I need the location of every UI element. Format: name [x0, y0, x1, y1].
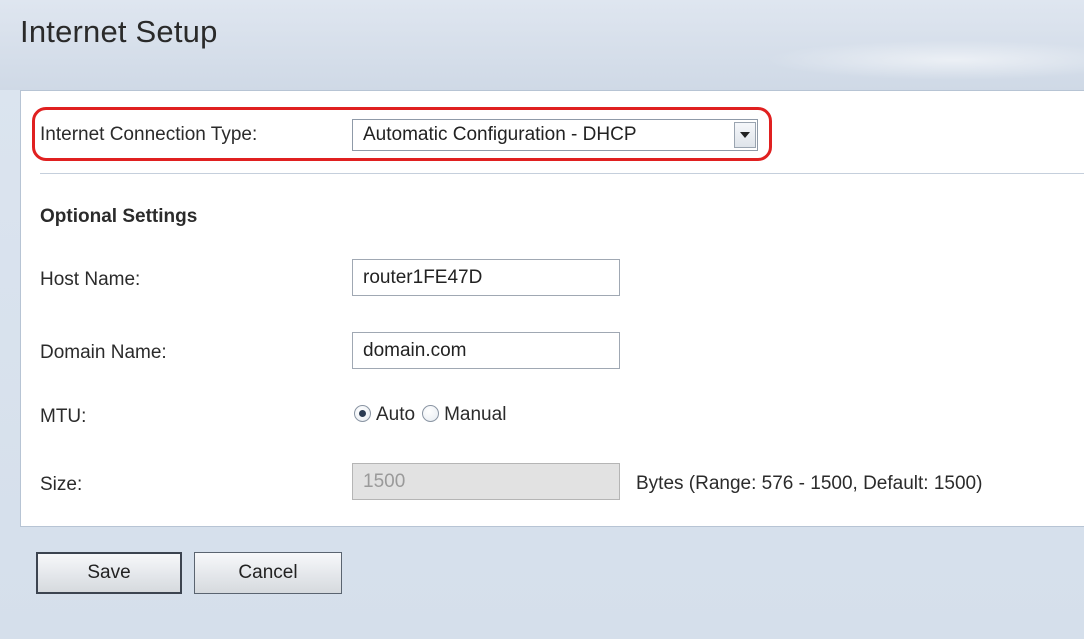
domain-name-input[interactable] — [352, 332, 620, 369]
connection-type-value: Automatic Configuration - DHCP — [363, 124, 637, 145]
domain-name-label: Domain Name: — [40, 342, 167, 363]
host-name-input[interactable] — [352, 259, 620, 296]
cancel-button[interactable]: Cancel — [194, 552, 342, 594]
connection-type-label: Internet Connection Type: — [40, 124, 258, 145]
mtu-auto-radio[interactable] — [354, 405, 371, 422]
size-label: Size: — [40, 474, 83, 495]
host-name-label: Host Name: — [40, 269, 141, 290]
page-title: Internet Setup — [20, 14, 218, 49]
mtu-radio-group: Auto Manual — [354, 404, 513, 426]
chevron-down-icon[interactable] — [734, 122, 756, 148]
size-input — [352, 463, 620, 500]
section-divider — [40, 173, 1084, 174]
optional-settings-heading: Optional Settings — [40, 206, 198, 227]
save-button[interactable]: Save — [36, 552, 182, 594]
settings-panel — [20, 90, 1084, 527]
mtu-auto-label[interactable]: Auto — [376, 404, 415, 425]
mtu-manual-label[interactable]: Manual — [444, 404, 506, 425]
connection-type-select[interactable]: Automatic Configuration - DHCP — [352, 119, 758, 151]
mtu-manual-radio[interactable] — [422, 405, 440, 422]
size-range-note: Bytes (Range: 576 - 1500, Default: 1500) — [636, 473, 983, 494]
mtu-label: MTU: — [40, 406, 87, 427]
